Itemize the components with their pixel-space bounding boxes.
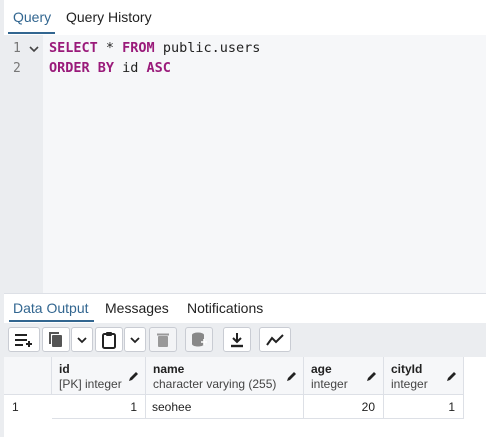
line-number: 1	[13, 41, 21, 56]
row-number[interactable]: 1	[4, 395, 52, 419]
result-grid: id [PK] integer name character varying (…	[4, 357, 486, 437]
table-cell-id[interactable]: 1	[52, 395, 146, 419]
column-type: integer	[391, 377, 428, 391]
sql-text: id	[114, 60, 147, 76]
chevron-down-icon	[77, 336, 87, 344]
active-tab-indicator	[8, 32, 55, 34]
download-icon	[229, 332, 245, 348]
column-header-name[interactable]: name character varying (255)	[146, 357, 304, 395]
code-line-2: ORDER BY id ASC	[49, 60, 171, 76]
paste-button[interactable]	[95, 327, 123, 352]
column-header-cityid[interactable]: cityId integer	[384, 357, 464, 395]
tab-query-history[interactable]: Query History	[66, 9, 152, 25]
edit-column-pencil-icon[interactable]	[366, 369, 378, 387]
column-type: character varying (255)	[153, 377, 277, 391]
download-button[interactable]	[223, 327, 251, 352]
edit-column-pencil-icon[interactable]	[446, 369, 458, 387]
column-type: integer	[311, 377, 348, 391]
line-number: 2	[13, 61, 21, 76]
column-name: id	[59, 362, 70, 376]
sql-text: public.users	[154, 40, 261, 56]
copy-button[interactable]	[42, 327, 70, 352]
sql-text: *	[97, 40, 123, 56]
column-name: name	[153, 362, 185, 376]
chevron-down-icon	[130, 336, 140, 344]
paste-options-dropdown[interactable]	[124, 327, 146, 352]
active-output-tab-indicator	[9, 320, 94, 322]
column-header-age[interactable]: age integer	[304, 357, 384, 395]
add-row-icon	[14, 332, 34, 348]
add-row-button[interactable]	[8, 327, 40, 352]
graph-visualiser-icon	[266, 333, 284, 347]
copy-options-dropdown[interactable]	[71, 327, 93, 352]
paste-icon	[101, 331, 117, 349]
save-data-button[interactable]	[185, 327, 213, 352]
output-tabs: Data Output Messages Notifications	[4, 293, 486, 324]
edit-column-pencil-icon[interactable]	[128, 369, 140, 387]
sql-keyword: FROM	[122, 40, 155, 56]
tab-query[interactable]: Query	[13, 9, 51, 25]
sql-keyword: ORDER BY	[49, 60, 115, 76]
query-tool-tabs: Query Query History	[4, 0, 486, 36]
column-name: cityId	[391, 362, 423, 376]
column-header-id[interactable]: id [PK] integer	[52, 357, 146, 395]
delete-row-button[interactable]	[149, 327, 177, 352]
save-data-icon	[190, 331, 208, 349]
tab-messages[interactable]: Messages	[105, 300, 169, 316]
table-cell-name[interactable]: seohee	[146, 395, 304, 419]
edit-column-pencil-icon[interactable]	[286, 369, 298, 387]
row-number-header	[4, 357, 52, 395]
data-output-toolbar	[4, 323, 486, 357]
table-cell-age[interactable]: 20	[304, 395, 384, 419]
line-number-gutter: 1 2	[4, 35, 43, 293]
column-type: [PK] integer	[59, 377, 122, 391]
sql-keyword: ASC	[146, 60, 171, 76]
column-name: age	[311, 362, 332, 376]
copy-icon	[48, 331, 64, 349]
code-line-1: SELECT * FROM public.users	[49, 40, 260, 56]
delete-icon	[156, 332, 170, 348]
fold-chevron-icon[interactable]	[29, 43, 39, 56]
tab-notifications[interactable]: Notifications	[187, 300, 263, 316]
sql-keyword: SELECT	[49, 40, 98, 56]
graph-visualiser-button[interactable]	[259, 327, 291, 352]
tab-data-output[interactable]: Data Output	[13, 300, 89, 316]
table-cell-cityid[interactable]: 1	[384, 395, 464, 419]
sql-editor[interactable]: 1 2 SELECT * FROM public.users ORDER BY …	[4, 35, 486, 293]
